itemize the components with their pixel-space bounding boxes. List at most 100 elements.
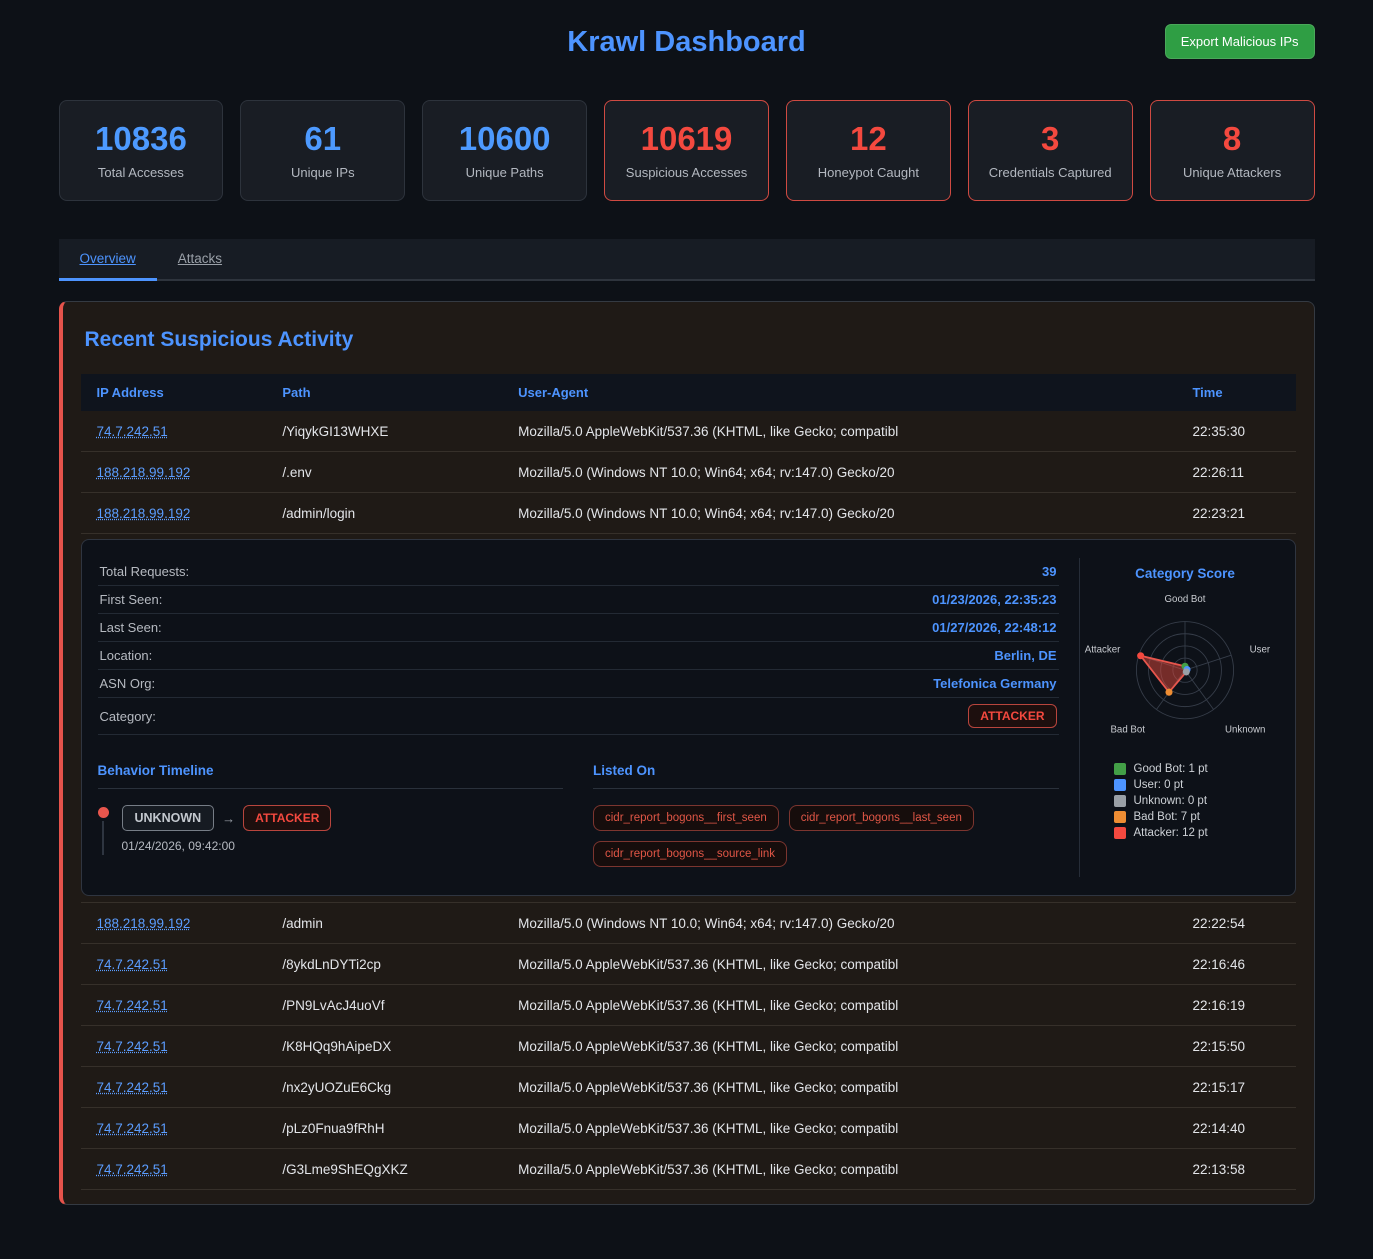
cell-user-agent: Mozilla/5.0 AppleWebKit/537.36 (KHTML, l…: [502, 998, 1176, 1013]
stat-label: Honeypot Caught: [818, 165, 919, 180]
stat-label: Suspicious Accesses: [626, 165, 747, 180]
radar-axis-label: Unknown: [1225, 724, 1265, 735]
cell-ip: 74.7.242.51: [81, 957, 267, 972]
table-row[interactable]: 74.7.242.51/8ykdLnDYTi2cpMozilla/5.0 App…: [81, 944, 1296, 985]
cell-time: 22:15:50: [1176, 1039, 1295, 1054]
legend-label: Bad Bot: 7 pt: [1134, 811, 1201, 823]
ip-address-link[interactable]: 188.218.99.192: [97, 916, 191, 931]
ip-address-link[interactable]: 188.218.99.192: [97, 465, 191, 480]
timeline-transition: UNKNOWN → ATTACKER: [122, 805, 332, 831]
ip-address-link[interactable]: 74.7.242.51: [97, 1162, 168, 1177]
legend-swatch-icon: [1114, 795, 1126, 807]
stat-card-honeypot-caught: 12Honeypot Caught: [786, 100, 951, 201]
table-row[interactable]: 74.7.242.51/pLz0Fnua9fRhHMozilla/5.0 App…: [81, 1108, 1296, 1149]
tab-attacks[interactable]: Attacks: [157, 239, 243, 281]
cell-user-agent: Mozilla/5.0 AppleWebKit/537.36 (KHTML, l…: [502, 1039, 1176, 1054]
table-row[interactable]: 74.7.242.51/YiqykGI13WHXEMozilla/5.0 App…: [81, 411, 1296, 452]
blocklist-badge[interactable]: cidr_report_bogons__source_link: [593, 841, 787, 867]
info-value: 39: [1042, 564, 1056, 579]
timeline-content: UNKNOWN → ATTACKER 01/24/2026, 09:42:00: [122, 805, 332, 877]
category-score-section: Category Score Good BotUserUnknownBad Bo…: [1079, 558, 1295, 877]
category-score-radar-chart: Good BotUserUnknownBad BotAttacker: [1079, 583, 1291, 745]
stat-card-credentials-captured: 3Credentials Captured: [968, 100, 1133, 201]
legend-label: User: 0 pt: [1134, 779, 1184, 791]
cell-time: 22:26:11: [1176, 465, 1295, 480]
table-row[interactable]: 188.218.99.192/admin/loginMozilla/5.0 (W…: [81, 493, 1296, 534]
cell-ip: 74.7.242.51: [81, 1080, 267, 1095]
cell-time: 22:13:58: [1176, 1162, 1295, 1177]
cell-path: /K8HQq9hAipeDX: [266, 1039, 502, 1054]
cell-user-agent: Mozilla/5.0 (Windows NT 10.0; Win64; x64…: [502, 916, 1176, 931]
header: Krawl Dashboard Export Malicious IPs: [59, 22, 1315, 64]
column-header-ip: IP Address: [81, 374, 267, 411]
recent-suspicious-activity-panel: Recent Suspicious Activity IP Address Pa…: [59, 301, 1315, 1205]
radar-axis-label: Attacker: [1085, 645, 1121, 656]
legend-label: Unknown: 0 pt: [1134, 795, 1208, 807]
blocklist-badge[interactable]: cidr_report_bogons__first_seen: [593, 805, 779, 831]
listed-on-badges: cidr_report_bogons__first_seen cidr_repor…: [593, 805, 1059, 867]
legend-swatch-icon: [1114, 763, 1126, 775]
info-value: Telefonica Germany: [933, 676, 1056, 691]
cell-time: 22:15:17: [1176, 1080, 1295, 1095]
legend-swatch-icon: [1114, 779, 1126, 791]
stat-label: Total Accesses: [98, 165, 184, 180]
info-label: Location:: [100, 648, 153, 663]
category-attacker-badge: ATTACKER: [968, 704, 1056, 728]
table-row[interactable]: 74.7.242.51/nx2yUOZuE6CkgMozilla/5.0 App…: [81, 1067, 1296, 1108]
stats-row: 10836Total Accesses61Unique IPs10600Uniq…: [59, 100, 1315, 201]
legend-label: Good Bot: 1 pt: [1134, 763, 1208, 775]
timeline-from-badge: UNKNOWN: [122, 805, 215, 831]
stat-value: 10619: [641, 122, 733, 155]
info-row: ASN Org: Telefonica Germany: [98, 670, 1059, 698]
blocklist-badge[interactable]: cidr_report_bogons__last_seen: [789, 805, 974, 831]
ip-address-link[interactable]: 188.218.99.192: [97, 506, 191, 521]
ip-address-link[interactable]: 74.7.242.51: [97, 424, 168, 439]
table-row[interactable]: 188.218.99.192/adminMozilla/5.0 (Windows…: [81, 903, 1296, 944]
stat-value: 10836: [95, 122, 187, 155]
cell-path: /pLz0Fnua9fRhH: [266, 1121, 502, 1136]
timeline-to-badge: ATTACKER: [243, 805, 331, 831]
stat-value: 61: [304, 122, 341, 155]
table-rows-before-detail: 74.7.242.51/YiqykGI13WHXEMozilla/5.0 App…: [81, 411, 1296, 534]
ip-address-link[interactable]: 74.7.242.51: [97, 1080, 168, 1095]
table-row[interactable]: 188.218.99.192/.envMozilla/5.0 (Windows …: [81, 452, 1296, 493]
cell-ip: 74.7.242.51: [81, 424, 267, 439]
stat-card-unique-attackers: 8Unique Attackers: [1150, 100, 1315, 201]
info-value: 01/27/2026, 22:48:12: [932, 620, 1056, 635]
cell-ip: 74.7.242.51: [81, 998, 267, 1013]
tab-overview[interactable]: Overview: [59, 239, 157, 281]
stat-value: 3: [1041, 122, 1059, 155]
info-label: ASN Org:: [100, 676, 156, 691]
stat-card-suspicious-accesses: 10619 Suspicious Accesses: [604, 100, 769, 201]
behavior-timeline-title: Behavior Timeline: [98, 763, 564, 789]
cell-path: /PN9LvAcJ4uoVf: [266, 998, 502, 1013]
cell-path: /admin/login: [266, 506, 502, 521]
radar-axis-label: Bad Bot: [1110, 724, 1145, 735]
info-label: Last Seen:: [100, 620, 162, 635]
timeline-line: [102, 821, 104, 855]
ip-address-link[interactable]: 74.7.242.51: [97, 998, 168, 1013]
ip-address-link[interactable]: 74.7.242.51: [97, 1039, 168, 1054]
category-row: Category: ATTACKER: [98, 698, 1059, 735]
cell-user-agent: Mozilla/5.0 (Windows NT 10.0; Win64; x64…: [502, 506, 1176, 521]
export-malicious-ips-button[interactable]: Export Malicious IPs: [1165, 24, 1315, 59]
cell-path: /G3Lme9ShEQgXKZ: [266, 1162, 502, 1177]
cell-ip: 188.218.99.192: [81, 916, 267, 931]
legend-row: Good Bot: 1 pt: [1114, 763, 1208, 775]
legend-row: Bad Bot: 7 pt: [1114, 811, 1208, 823]
info-row: Location:Berlin, DE: [98, 642, 1059, 670]
ip-address-link[interactable]: 74.7.242.51: [97, 1121, 168, 1136]
ip-address-link[interactable]: 74.7.242.51: [97, 957, 168, 972]
cell-ip: 74.7.242.51: [81, 1039, 267, 1054]
cell-time: 22:22:54: [1176, 916, 1295, 931]
info-row: Last Seen: 01/27/2026, 22:48:12: [98, 614, 1059, 642]
table-row[interactable]: 74.7.242.51/G3Lme9ShEQgXKZMozilla/5.0 Ap…: [81, 1149, 1296, 1190]
ip-detail-info: Total Requests:39First Seen:01/23/2026, …: [98, 558, 1079, 877]
ip-detail-panel: Total Requests:39First Seen:01/23/2026, …: [81, 539, 1296, 896]
cell-user-agent: Mozilla/5.0 AppleWebKit/537.36 (KHTML, l…: [502, 1121, 1176, 1136]
cell-time: 22:16:19: [1176, 998, 1295, 1013]
table-row[interactable]: 74.7.242.51/K8HQq9hAipeDXMozilla/5.0 App…: [81, 1026, 1296, 1067]
info-label: Total Requests:: [100, 564, 190, 579]
cell-user-agent: Mozilla/5.0 AppleWebKit/537.36 (KHTML, l…: [502, 1080, 1176, 1095]
table-row[interactable]: 74.7.242.51/PN9LvAcJ4uoVfMozilla/5.0 App…: [81, 985, 1296, 1026]
